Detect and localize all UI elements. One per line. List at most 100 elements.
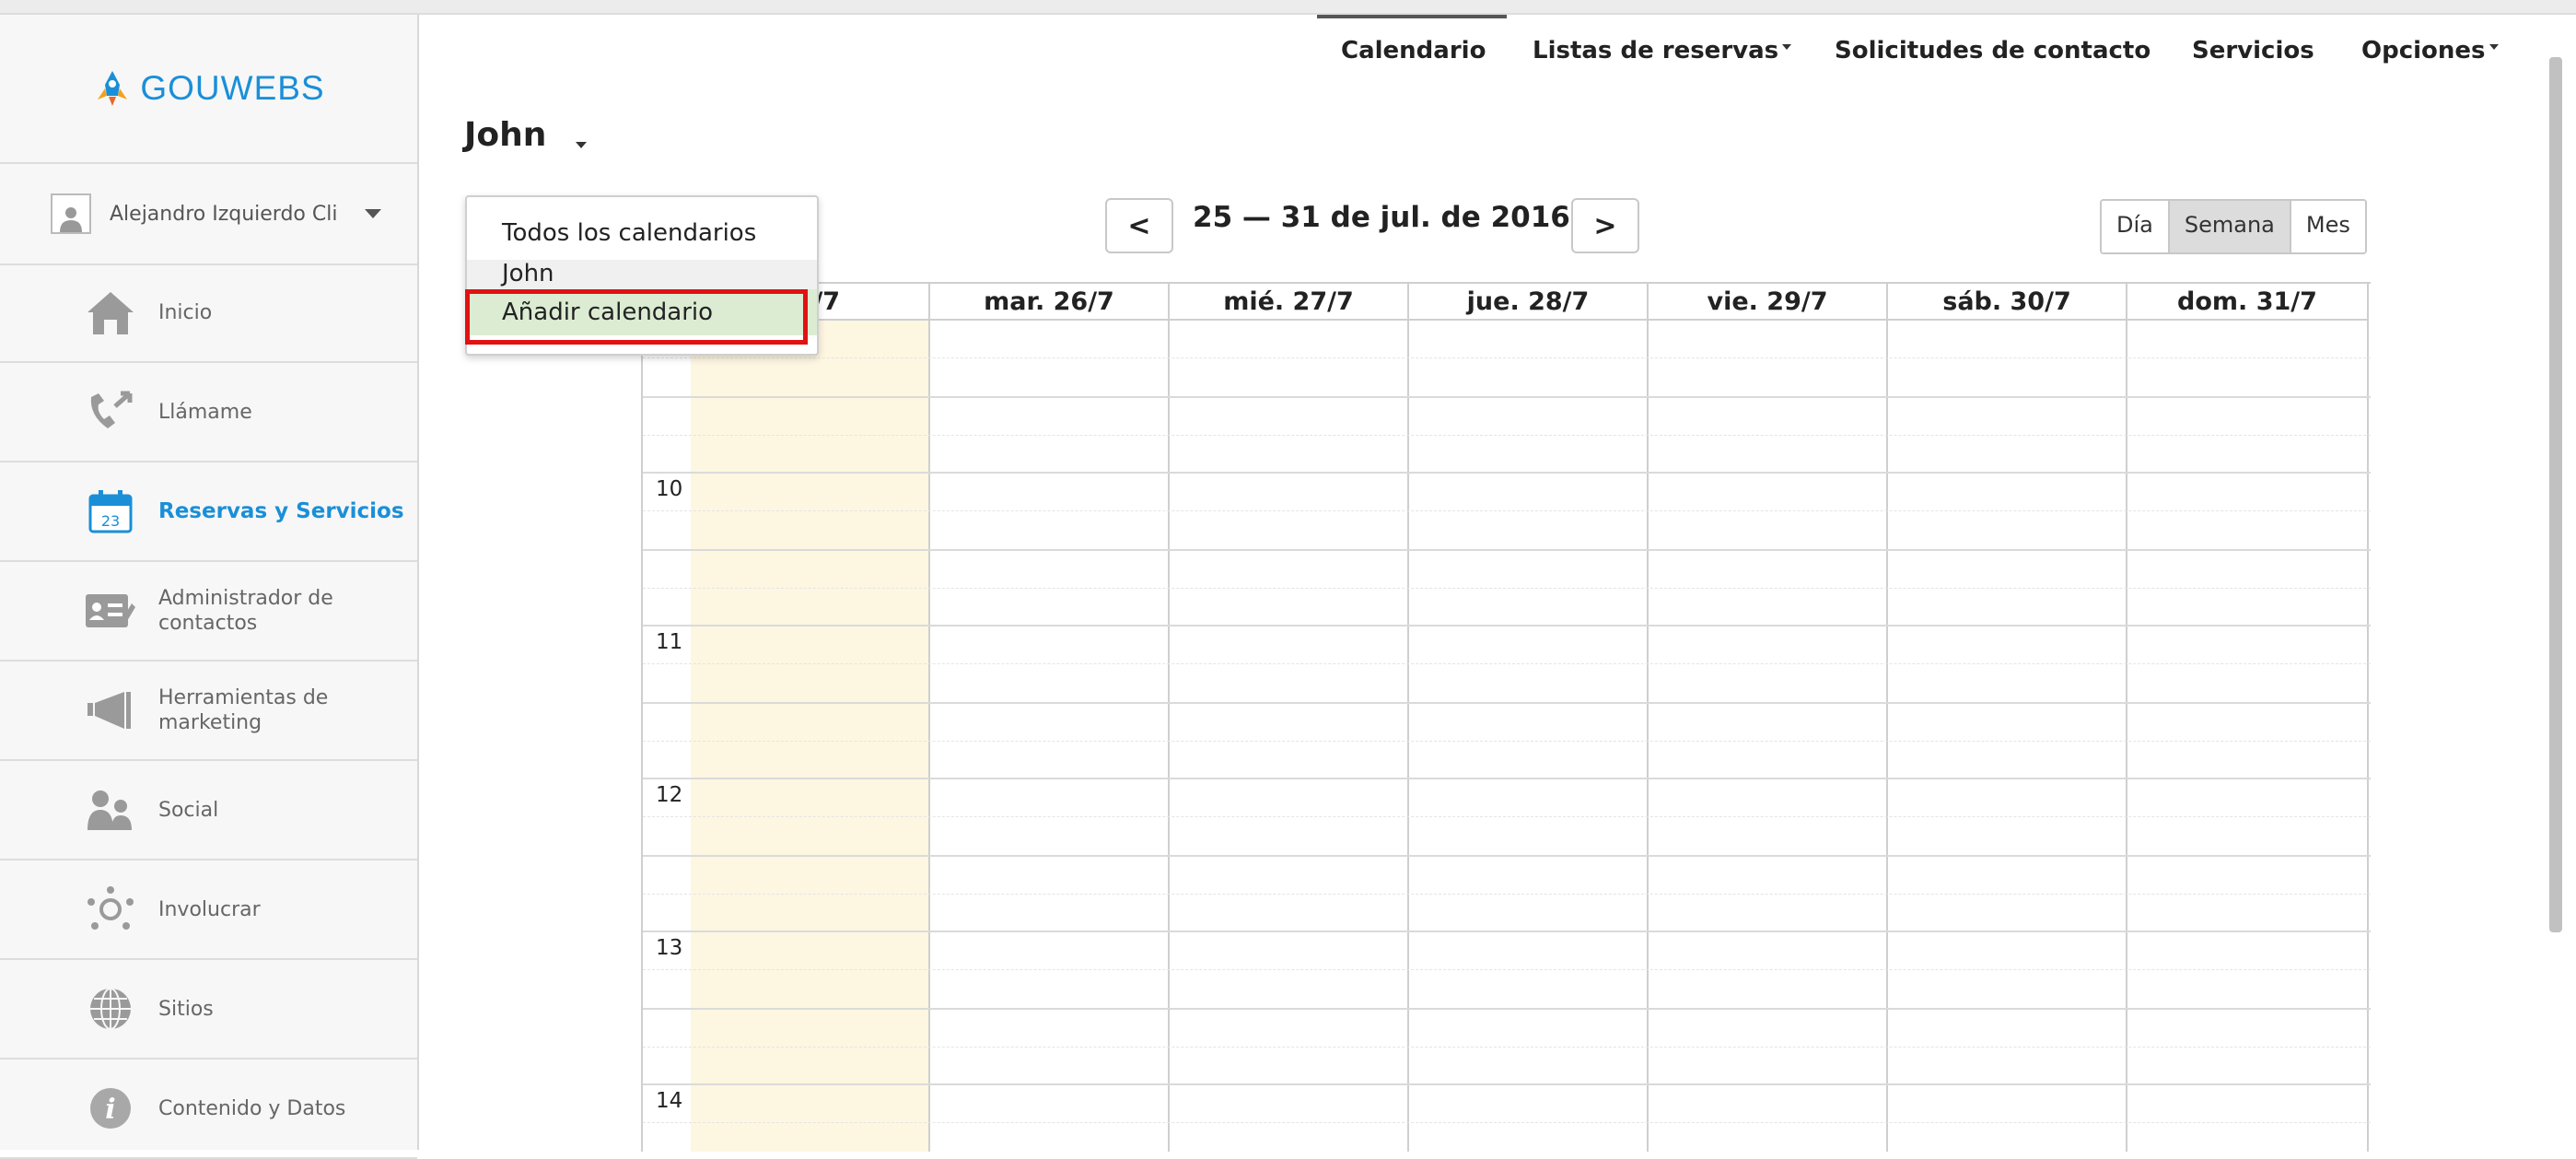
week-grid: 25/7 mar. 26/7 mié. 27/7 jue. 28/7 vie. … xyxy=(641,282,2371,1152)
sidebar-item-label: Reservas y Servicios xyxy=(158,498,404,523)
prev-week-button[interactable]: < xyxy=(1105,198,1173,253)
hour-line xyxy=(643,931,2371,932)
globe-icon xyxy=(81,979,140,1038)
page-scrollbar[interactable] xyxy=(2549,57,2562,932)
slot-line xyxy=(643,1047,2371,1048)
day-column-thursday[interactable]: jue. 28/7 xyxy=(1409,284,1649,1152)
day-column-tuesday[interactable]: mar. 26/7 xyxy=(930,284,1170,1152)
network-icon xyxy=(81,880,140,939)
hour-line xyxy=(643,549,2371,551)
window-top-edge xyxy=(0,0,2576,15)
next-week-button[interactable]: > xyxy=(1571,198,1639,253)
sidebar-item-contenido[interactable]: i Contenido y Datos xyxy=(0,1059,417,1159)
day-header: sáb. 30/7 xyxy=(1888,284,2126,321)
sidebar: GOUWEBS Alejandro Izquierdo Cli Inicio L… xyxy=(0,15,419,1159)
calendar-icon: 23 xyxy=(81,482,140,541)
hour-label: 12 xyxy=(656,783,683,807)
date-range: 25 — 31 de jul. de 2016 xyxy=(1193,201,1570,234)
sidebar-item-reservas[interactable]: 23 Reservas y Servicios xyxy=(0,462,417,562)
calendar-title[interactable]: John xyxy=(464,116,546,154)
slot-line xyxy=(643,894,2371,895)
view-toggle: Día Semana Mes xyxy=(2100,199,2367,254)
hour-line xyxy=(643,472,2371,474)
day-column-sunday[interactable]: dom. 31/7 xyxy=(2127,284,2369,1152)
view-dia-button[interactable]: Día xyxy=(2102,201,2168,252)
info-icon: i xyxy=(81,1079,140,1138)
day-header: mié. 27/7 xyxy=(1170,284,1407,321)
slot-line xyxy=(643,816,2371,817)
logo-text: GOUWEBS xyxy=(140,69,325,107)
sidebar-item-inicio[interactable]: Inicio xyxy=(0,263,417,363)
time-gutter xyxy=(643,284,693,1152)
highlight-annotation xyxy=(465,289,808,345)
hour-label: 11 xyxy=(656,630,683,654)
sidebar-item-label: Herramientas de marketing xyxy=(158,686,329,734)
logo[interactable]: GOUWEBS xyxy=(0,15,417,162)
dropdown-item-john[interactable]: John xyxy=(467,260,817,289)
sidebar-item-label: Llámame xyxy=(158,400,252,424)
sidebar-item-label: Involucrar xyxy=(158,897,261,921)
hour-label: 10 xyxy=(656,477,683,501)
day-header: jue. 28/7 xyxy=(1409,284,1647,321)
view-semana-button[interactable]: Semana xyxy=(2167,201,2290,252)
hour-line xyxy=(643,625,2371,626)
hour-label: 14 xyxy=(656,1089,683,1113)
nav-opciones-label: Opciones xyxy=(2361,37,2486,64)
dropdown-item-todos[interactable]: Todos los calendarios xyxy=(467,219,817,247)
slot-line xyxy=(643,1122,2371,1123)
hour-line xyxy=(643,1008,2371,1010)
dropdown-caret-icon xyxy=(2489,43,2499,50)
day-header: mar. 26/7 xyxy=(930,284,1168,321)
hour-line xyxy=(643,855,2371,857)
slot-line xyxy=(643,510,2371,511)
hour-line xyxy=(643,778,2371,779)
day-column-friday[interactable]: vie. 29/7 xyxy=(1649,284,1888,1152)
svg-text:i: i xyxy=(105,1094,115,1126)
home-icon xyxy=(81,283,140,342)
slot-line xyxy=(643,741,2371,742)
megaphone-icon xyxy=(81,681,140,740)
hour-line xyxy=(643,702,2371,704)
day-header: dom. 31/7 xyxy=(2127,284,2367,321)
calendar-icon-day: 23 xyxy=(101,512,120,530)
sidebar-item-involucrar[interactable]: Involucrar xyxy=(0,860,417,960)
people-icon xyxy=(81,780,140,839)
active-nav-indicator xyxy=(1317,15,1507,18)
slot-line xyxy=(643,969,2371,970)
chevron-down-icon[interactable] xyxy=(576,142,587,148)
sidebar-item-sitios[interactable]: Sitios xyxy=(0,960,417,1059)
sidebar-item-label: Contenido y Datos xyxy=(158,1096,346,1120)
nav-listas-de-reservas[interactable]: Listas de reservas xyxy=(1533,37,1792,64)
sidebar-item-label: Sitios xyxy=(158,997,214,1021)
user-menu[interactable]: Alejandro Izquierdo Cli xyxy=(0,162,417,265)
sidebar-item-contactos[interactable]: Administrador de contactos xyxy=(0,562,417,661)
slot-line xyxy=(643,588,2371,589)
sidebar-item-label: Social xyxy=(158,798,219,822)
chevron-down-icon xyxy=(365,209,382,218)
nav-servicios[interactable]: Servicios xyxy=(2192,37,2314,64)
nav-opciones[interactable]: Opciones xyxy=(2361,37,2499,64)
rocket-logo-icon xyxy=(98,71,128,106)
contact-card-icon xyxy=(81,581,140,640)
nav-solicitudes-de-contacto[interactable]: Solicitudes de contacto xyxy=(1835,37,2151,64)
day-column-saturday[interactable]: sáb. 30/7 xyxy=(1888,284,2127,1152)
day-column-wednesday[interactable]: mié. 27/7 xyxy=(1170,284,1409,1152)
dropdown-caret-icon xyxy=(1782,43,1792,50)
nav-calendario[interactable]: Calendario xyxy=(1341,37,1486,64)
slot-line xyxy=(643,663,2371,664)
sidebar-item-marketing[interactable]: Herramientas de marketing xyxy=(0,661,417,761)
sidebar-item-label: Inicio xyxy=(158,300,213,324)
view-mes-button[interactable]: Mes xyxy=(2289,201,2365,252)
slot-line xyxy=(643,357,2371,358)
hour-line xyxy=(643,396,2371,398)
sidebar-item-social[interactable]: Social xyxy=(0,761,417,860)
day-header: vie. 29/7 xyxy=(1649,284,1886,321)
nav-listas-label: Listas de reservas xyxy=(1533,37,1779,64)
user-avatar-icon xyxy=(51,193,91,234)
sidebar-item-llamame[interactable]: Llámame xyxy=(0,363,417,462)
hour-line xyxy=(643,1083,2371,1085)
slot-line xyxy=(643,435,2371,436)
user-name: Alejandro Izquierdo Cli xyxy=(110,202,338,226)
day-column-monday[interactable]: 25/7 xyxy=(691,284,930,1152)
sidebar-item-label: Administrador de contactos xyxy=(158,587,333,635)
